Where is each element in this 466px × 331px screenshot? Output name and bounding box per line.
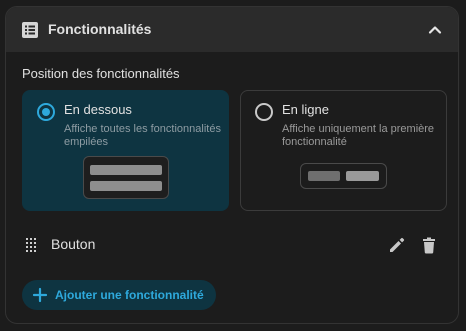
list-box-icon <box>22 22 38 38</box>
add-feature-button[interactable]: Ajouter une fonctionnalité <box>22 280 216 310</box>
stacked-preview-illustration <box>83 156 169 199</box>
chevron-up-icon[interactable] <box>424 19 446 41</box>
panel-header[interactable]: Fonctionnalités <box>6 7 458 52</box>
option-title: En dessous <box>64 102 132 117</box>
option-title: En ligne <box>282 102 329 117</box>
feature-row: Bouton <box>6 229 458 261</box>
position-label: Position des fonctionnalités <box>22 66 180 81</box>
preview-bar <box>90 165 162 175</box>
features-panel: Fonctionnalités Position des fonctionnal… <box>5 6 459 324</box>
plus-icon <box>32 287 48 303</box>
panel-title: Fonctionnalités <box>48 21 152 37</box>
radio-button-checked[interactable] <box>37 103 55 121</box>
inline-preview-illustration <box>300 163 387 189</box>
add-feature-label: Ajouter une fonctionnalité <box>55 288 204 302</box>
drag-handle-icon[interactable] <box>26 238 38 252</box>
trash-icon[interactable] <box>418 234 440 256</box>
preview-bar <box>308 171 340 181</box>
pencil-icon[interactable] <box>386 234 408 256</box>
option-description: Affiche toutes les fonctionnalités empil… <box>64 123 221 148</box>
preview-bar <box>346 171 379 181</box>
option-en-dessous[interactable]: En dessous Affiche toutes les fonctionna… <box>22 90 229 211</box>
radio-button-unchecked[interactable] <box>255 103 273 121</box>
option-description: Affiche uniquement la première fonctionn… <box>282 123 435 148</box>
option-en-ligne[interactable]: En ligne Affiche uniquement la première … <box>240 90 447 211</box>
feature-label: Bouton <box>51 236 96 252</box>
radio-dot <box>42 108 50 116</box>
preview-bar <box>90 181 162 191</box>
